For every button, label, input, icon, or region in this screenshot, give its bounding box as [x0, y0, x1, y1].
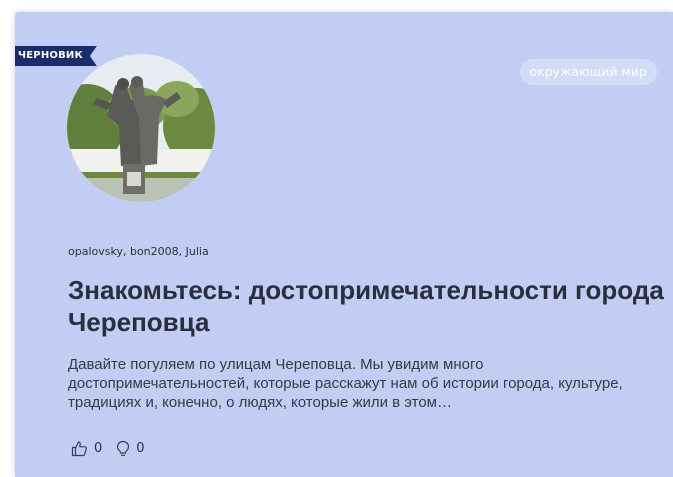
page: ЧЕРНОВИК окружающий мир opalovsky, bon20… [0, 0, 673, 477]
like-stat[interactable]: 0 [71, 440, 102, 457]
idea-stat[interactable]: 0 [116, 440, 145, 457]
project-card[interactable]: ЧЕРНОВИК окружающий мир opalovsky, bon20… [15, 12, 673, 477]
like-count: 0 [94, 441, 103, 456]
card-thumbnail[interactable] [67, 54, 215, 202]
idea-count: 0 [136, 441, 145, 456]
card-excerpt: Давайте погуляем по улицам Череповца. Мы… [68, 356, 623, 411]
topic-tag[interactable]: окружающий мир [519, 59, 657, 85]
card-stats: 0 0 [71, 440, 159, 457]
authors: opalovsky, bon2008, Julia [68, 245, 209, 258]
draft-badge: ЧЕРНОВИК [15, 46, 97, 66]
thumbs-up-icon [71, 441, 87, 457]
monument-photo-icon [67, 54, 215, 202]
lightbulb-icon [117, 440, 130, 456]
card-title[interactable]: Знакомьтесь: достопримечательности город… [68, 274, 673, 338]
